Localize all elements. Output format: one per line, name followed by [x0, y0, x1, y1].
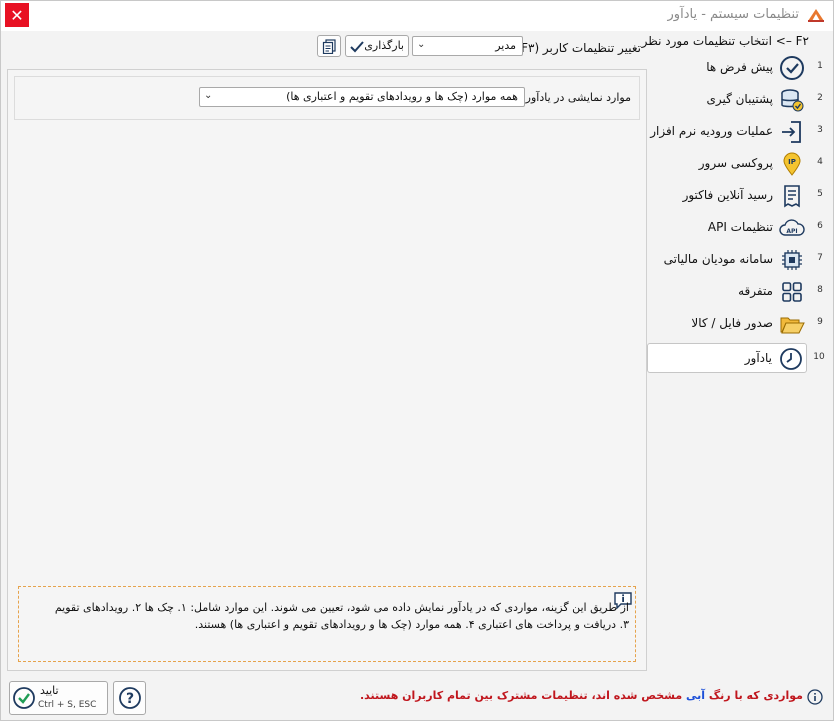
sidebar-item-backup[interactable]: 2 پشتیبان گیری — [647, 85, 823, 115]
user-select-value: مدیر — [495, 39, 516, 52]
reminder-items-select[interactable]: همه موارد (چک ها و رویدادهای تقویم و اعت… — [199, 87, 525, 107]
api-cloud-icon: API — [779, 219, 805, 236]
chevron-down-icon: ⌄ — [417, 39, 426, 50]
sidebar-item-label: سامانه مودیان مالیاتی — [663, 252, 773, 266]
grid-icon — [782, 282, 802, 302]
sidebar-item-label: پیش فرض ها — [706, 60, 773, 74]
ip-pin-icon: IP — [783, 152, 801, 176]
receipt-icon — [784, 185, 800, 208]
sidebar-item-label: پروکسی سرور — [698, 156, 773, 170]
sidebar-item-label: رسید آنلاین فاکتور — [682, 188, 773, 202]
sidebar-item-tax-system[interactable]: 7 سامانه مودیان مالیاتی — [647, 245, 823, 275]
sidebar-item-file-export[interactable]: 9 صدور فایل / کالا — [647, 309, 823, 339]
user-settings-label: تغییر تنظیمات کاربر (F۳): — [512, 41, 641, 55]
sidebar-item-api-settings[interactable]: 6 API تنظیمات API — [647, 213, 823, 243]
sidebar-title: F۲ –> انتخاب تنظیمات مورد نظر — [641, 34, 809, 48]
close-button[interactable]: ✕ — [5, 3, 29, 27]
login-enter-icon — [782, 121, 801, 143]
info-icon — [807, 689, 823, 705]
sidebar-item-number: 2 — [817, 93, 823, 103]
sidebar-item-number: 7 — [817, 253, 823, 263]
sidebar-item-misc[interactable]: 8 متفرقه — [647, 277, 823, 307]
sidebar-item-label: تنظیمات API — [707, 220, 773, 234]
sidebar-item-number: 8 — [817, 285, 823, 295]
note-part-2: مشخص شده اند، تنظیمات مشترک بین تمام کار… — [359, 689, 683, 702]
svg-text:API: API — [786, 228, 797, 235]
sidebar-item-proxy[interactable]: 4 IP پروکسی سرور — [647, 149, 823, 179]
reminder-items-value: همه موارد (چک ها و رویدادهای تقویم و اعت… — [286, 90, 518, 103]
sidebar-item-online-receipt[interactable]: 5 رسید آنلاین فاکتور — [647, 181, 823, 211]
sidebar-item-number: 6 — [817, 221, 823, 231]
settings-window: تنظیمات سیستم - یادآور ✕ F۲ –> انتخاب تن… — [0, 0, 834, 721]
sidebar-item-number: 5 — [817, 189, 823, 199]
settings-sidebar: F۲ –> انتخاب تنظیمات مورد نظر 1 پیش فرض … — [642, 31, 833, 681]
sidebar-item-number: 1 — [817, 61, 823, 71]
sidebar-item-label: یادآور — [744, 351, 772, 365]
database-backup-icon — [781, 89, 804, 112]
load-button-label: بارگذاری — [364, 39, 404, 52]
sidebar-item-number: 4 — [817, 157, 823, 167]
checkmark-icon — [350, 41, 364, 53]
reminder-items-group: موارد نمایشی در یادآور: همه موارد (چک ها… — [14, 76, 640, 120]
help-glyph: ? — [126, 691, 134, 707]
sidebar-item-reminder[interactable]: 10 یادآور — [647, 343, 825, 373]
sidebar-item-label: پشتیبان گیری — [706, 92, 773, 106]
sidebar-item-number: 3 — [817, 125, 823, 135]
shared-settings-note: مواردی که با رنگ آبی مشخص شده اند، تنظیم… — [360, 689, 803, 702]
reminder-items-label: موارد نمایشی در یادآور: — [521, 91, 631, 104]
title-bar: تنظیمات سیستم - یادآور ✕ — [1, 1, 833, 31]
sidebar-item-label: متفرقه — [738, 284, 773, 298]
reminder-settings-content: موارد نمایشی در یادآور: همه موارد (چک ها… — [7, 69, 647, 671]
sidebar-item-number: 9 — [817, 317, 823, 327]
sidebar-item-label: عملیات ورودیه نرم افزار — [650, 124, 773, 138]
sidebar-item-defaults[interactable]: 1 پیش فرض ها — [647, 53, 823, 83]
check-circle-icon — [13, 687, 35, 709]
app-logo-icon — [808, 9, 824, 22]
main-panel: تغییر تنظیمات کاربر (F۳): مدیر ⌄ بارگذار… — [7, 31, 647, 671]
chevron-down-icon: ⌄ — [204, 90, 213, 101]
sidebar-item-login-ops[interactable]: 3 عملیات ورودیه نرم افزار — [647, 117, 823, 147]
confirm-shortcut-hint: Ctrl + S, ESC — [38, 700, 97, 710]
confirm-button-label: تایید — [40, 684, 59, 697]
help-button[interactable]: ? — [113, 681, 146, 715]
confirm-button[interactable]: تایید Ctrl + S, ESC — [9, 681, 108, 715]
copy-icon — [322, 39, 336, 54]
clock-icon — [780, 348, 802, 370]
note-part-1: مواردی که با رنگ — [708, 689, 803, 702]
chip-icon — [782, 250, 802, 270]
user-toolbar: تغییر تنظیمات کاربر (F۳): مدیر ⌄ بارگذار… — [7, 31, 647, 65]
copy-button[interactable] — [317, 35, 341, 57]
user-select[interactable]: مدیر ⌄ — [412, 36, 523, 56]
help-icon: ? — [119, 687, 141, 709]
sidebar-item-label: صدور فایل / کالا — [691, 316, 773, 330]
note-blue-word: آبی — [686, 689, 706, 702]
svg-text:IP: IP — [788, 158, 796, 166]
reminder-info-box: از طریق این گزینه، مواردی که در یادآور ن… — [18, 586, 636, 662]
window-title: تنظیمات سیستم - یادآور — [667, 7, 799, 22]
check-circle-icon — [780, 56, 804, 80]
reminder-info-text: از طریق این گزینه، مواردی که در یادآور ن… — [54, 601, 629, 631]
load-button[interactable]: بارگذاری — [345, 35, 409, 57]
folder-open-icon — [780, 317, 805, 334]
sidebar-item-number: 10 — [813, 352, 825, 362]
